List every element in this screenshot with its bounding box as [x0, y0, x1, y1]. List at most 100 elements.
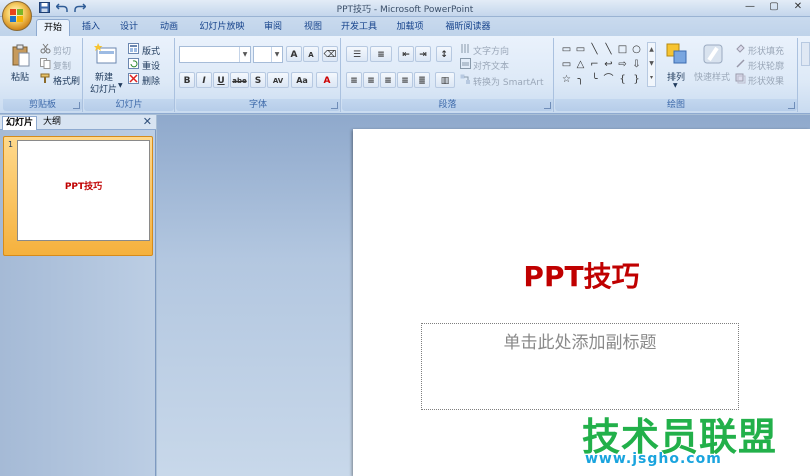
clipboard-launcher-icon[interactable]	[73, 102, 80, 109]
shape-line-icon[interactable]: ╲	[588, 43, 601, 56]
close-button[interactable]: ✕	[786, 0, 810, 15]
justify-icon[interactable]: ≡	[397, 72, 413, 88]
tab-design[interactable]: 设计	[114, 19, 144, 36]
shape-effects-button[interactable]: 形状效果	[748, 74, 784, 87]
slide-thumbnail[interactable]: PPT技巧	[17, 140, 150, 241]
tab-review[interactable]: 审阅	[258, 19, 288, 36]
shapes-scroll-icon[interactable]: ▲ ▼ ▾	[647, 42, 656, 87]
align-right-icon[interactable]: ≡	[380, 72, 396, 88]
maximize-button[interactable]: ▢	[762, 0, 786, 15]
quick-styles-icon[interactable]	[701, 42, 725, 66]
delete-button[interactable]: 删除	[142, 74, 160, 87]
clipboard-group: 粘贴 剪切 复制 格式刷 剪贴板	[3, 38, 83, 112]
smartart-button[interactable]: 转换为 SmartArt	[473, 75, 543, 88]
shape-bracket-icon[interactable]: ╮	[574, 73, 587, 86]
align-text-button[interactable]: 对齐文本	[473, 59, 509, 72]
tab-insert[interactable]: 插入	[76, 19, 106, 36]
tab-view[interactable]: 视图	[298, 19, 328, 36]
paragraph-launcher-icon[interactable]	[544, 102, 551, 109]
arrange-icon[interactable]	[665, 42, 689, 66]
tab-home[interactable]: 开始	[36, 19, 70, 36]
shape-rectangle-icon[interactable]: ▭	[560, 43, 573, 56]
shape-arrow-line-icon[interactable]: ╲	[602, 43, 615, 56]
shape-triangle-icon[interactable]: △	[574, 58, 587, 71]
format-painter-icon	[40, 73, 51, 84]
shape-down-arrow-icon[interactable]: ⇩	[630, 58, 643, 71]
editing-group-partial[interactable]	[801, 42, 810, 66]
tab-animation[interactable]: 动画	[154, 19, 184, 36]
format-painter-button[interactable]: 格式刷	[53, 74, 80, 87]
tab-addins[interactable]: 加载项	[392, 19, 428, 36]
slide-thumbnail-selected[interactable]: 1 PPT技巧	[3, 136, 153, 256]
distribute-icon[interactable]: ≣	[414, 72, 430, 88]
underline-button[interactable]: U	[213, 72, 229, 88]
align-left-icon[interactable]: ≡	[346, 72, 362, 88]
italic-button[interactable]: I	[196, 72, 212, 88]
shape-outline-button[interactable]: 形状轮廓	[748, 59, 784, 72]
shape-star-icon[interactable]: ☆	[560, 73, 573, 86]
font-size-combo[interactable]: ▼	[253, 46, 283, 63]
new-slide-icon[interactable]	[94, 42, 118, 66]
increase-indent-icon[interactable]: ⇥	[415, 46, 431, 62]
paste-icon[interactable]	[11, 44, 31, 68]
tab-outline-pane[interactable]: 大纲	[40, 116, 64, 130]
shape-effects-icon	[735, 73, 746, 84]
slide-title[interactable]: PPT技巧	[353, 255, 810, 295]
layout-button[interactable]: 版式	[142, 44, 160, 57]
shrink-font-icon[interactable]: A	[303, 46, 319, 62]
tab-slides-pane[interactable]: 幻灯片	[2, 116, 38, 130]
font-size-dropdown-icon[interactable]: ▼	[271, 47, 282, 62]
line-spacing-icon[interactable]: ↕	[436, 46, 452, 62]
shape-left-brace-icon[interactable]: {	[616, 73, 629, 86]
strikethrough-button[interactable]: abe	[230, 72, 249, 88]
shape-square-icon[interactable]: □	[616, 43, 629, 56]
tab-foxit-reader[interactable]: 福昕阅读器	[438, 19, 498, 36]
char-spacing-button[interactable]: AV	[267, 72, 289, 88]
copy-button[interactable]: 复制	[53, 59, 71, 72]
numbering-icon[interactable]: ≡	[370, 46, 392, 62]
shape-right-brace-icon[interactable]: }	[630, 73, 643, 86]
office-button[interactable]	[2, 1, 32, 31]
ribbon-tabs: 开始 插入 设计 动画 幻灯片放映 审阅 视图 开发工具 加载项 福昕阅读器	[0, 17, 810, 36]
shape-curve-icon[interactable]: ╰	[588, 73, 601, 86]
bullets-icon[interactable]: ☰	[346, 46, 368, 62]
watermark-url: www.jsgho.com	[585, 451, 722, 467]
quick-styles-button[interactable]: 快速样式	[694, 70, 730, 83]
minimize-button[interactable]: —	[738, 0, 762, 15]
shadow-button[interactable]: S	[250, 72, 266, 88]
ribbon: 粘贴 剪切 复制 格式刷 剪贴板 新建 幻灯片 ▼ 版式 重设 删除 幻灯片 ▼…	[0, 36, 810, 114]
arrange-dropdown-icon[interactable]: ▼	[673, 82, 678, 89]
shape-textbox-icon[interactable]: ▭	[574, 43, 587, 56]
font-launcher-icon[interactable]	[331, 102, 338, 109]
columns-icon[interactable]: ▥	[435, 72, 455, 88]
align-center-icon[interactable]: ≡	[363, 72, 379, 88]
font-name-dropdown-icon[interactable]: ▼	[239, 47, 250, 62]
change-case-button[interactable]: Aa	[291, 72, 313, 88]
paste-button[interactable]: 粘贴	[11, 70, 29, 83]
text-direction-button[interactable]: 文字方向	[473, 44, 509, 57]
tab-developer[interactable]: 开发工具	[336, 19, 382, 36]
shape-right-arrow-icon[interactable]: ⇨	[616, 58, 629, 71]
bold-button[interactable]: B	[179, 72, 195, 88]
shape-curve-arrow-icon[interactable]: ↩	[602, 58, 615, 71]
new-slide-dropdown-icon[interactable]: ▼	[118, 82, 123, 89]
shape-elbow-icon[interactable]: ⌐	[588, 58, 601, 71]
shape-oval-icon[interactable]: ○	[630, 43, 643, 56]
font-group: ▼ ▼ A A ⌫ B I U abe S AV Aa A 字体	[176, 38, 341, 112]
smartart-icon	[460, 74, 471, 85]
shape-rounded-rect-icon[interactable]: ▭	[560, 58, 573, 71]
font-color-button[interactable]: A	[316, 72, 338, 88]
new-slide-button-line2[interactable]: 幻灯片	[90, 82, 117, 95]
grow-font-icon[interactable]: A	[286, 46, 302, 62]
drawing-launcher-icon[interactable]	[788, 102, 795, 109]
shape-arc-icon[interactable]: ⌒	[602, 73, 615, 86]
reset-button[interactable]: 重设	[142, 59, 160, 72]
subtitle-placeholder[interactable]: 单击此处添加副标题	[421, 323, 739, 410]
cut-button[interactable]: 剪切	[53, 44, 71, 57]
tab-slideshow[interactable]: 幻灯片放映	[194, 19, 250, 36]
pane-close-icon[interactable]: ✕	[143, 115, 152, 128]
font-name-combo[interactable]: ▼	[179, 46, 251, 63]
decrease-indent-icon[interactable]: ⇤	[398, 46, 414, 62]
clear-format-icon[interactable]: ⌫	[322, 46, 338, 62]
shape-fill-button[interactable]: 形状填充	[748, 44, 784, 57]
